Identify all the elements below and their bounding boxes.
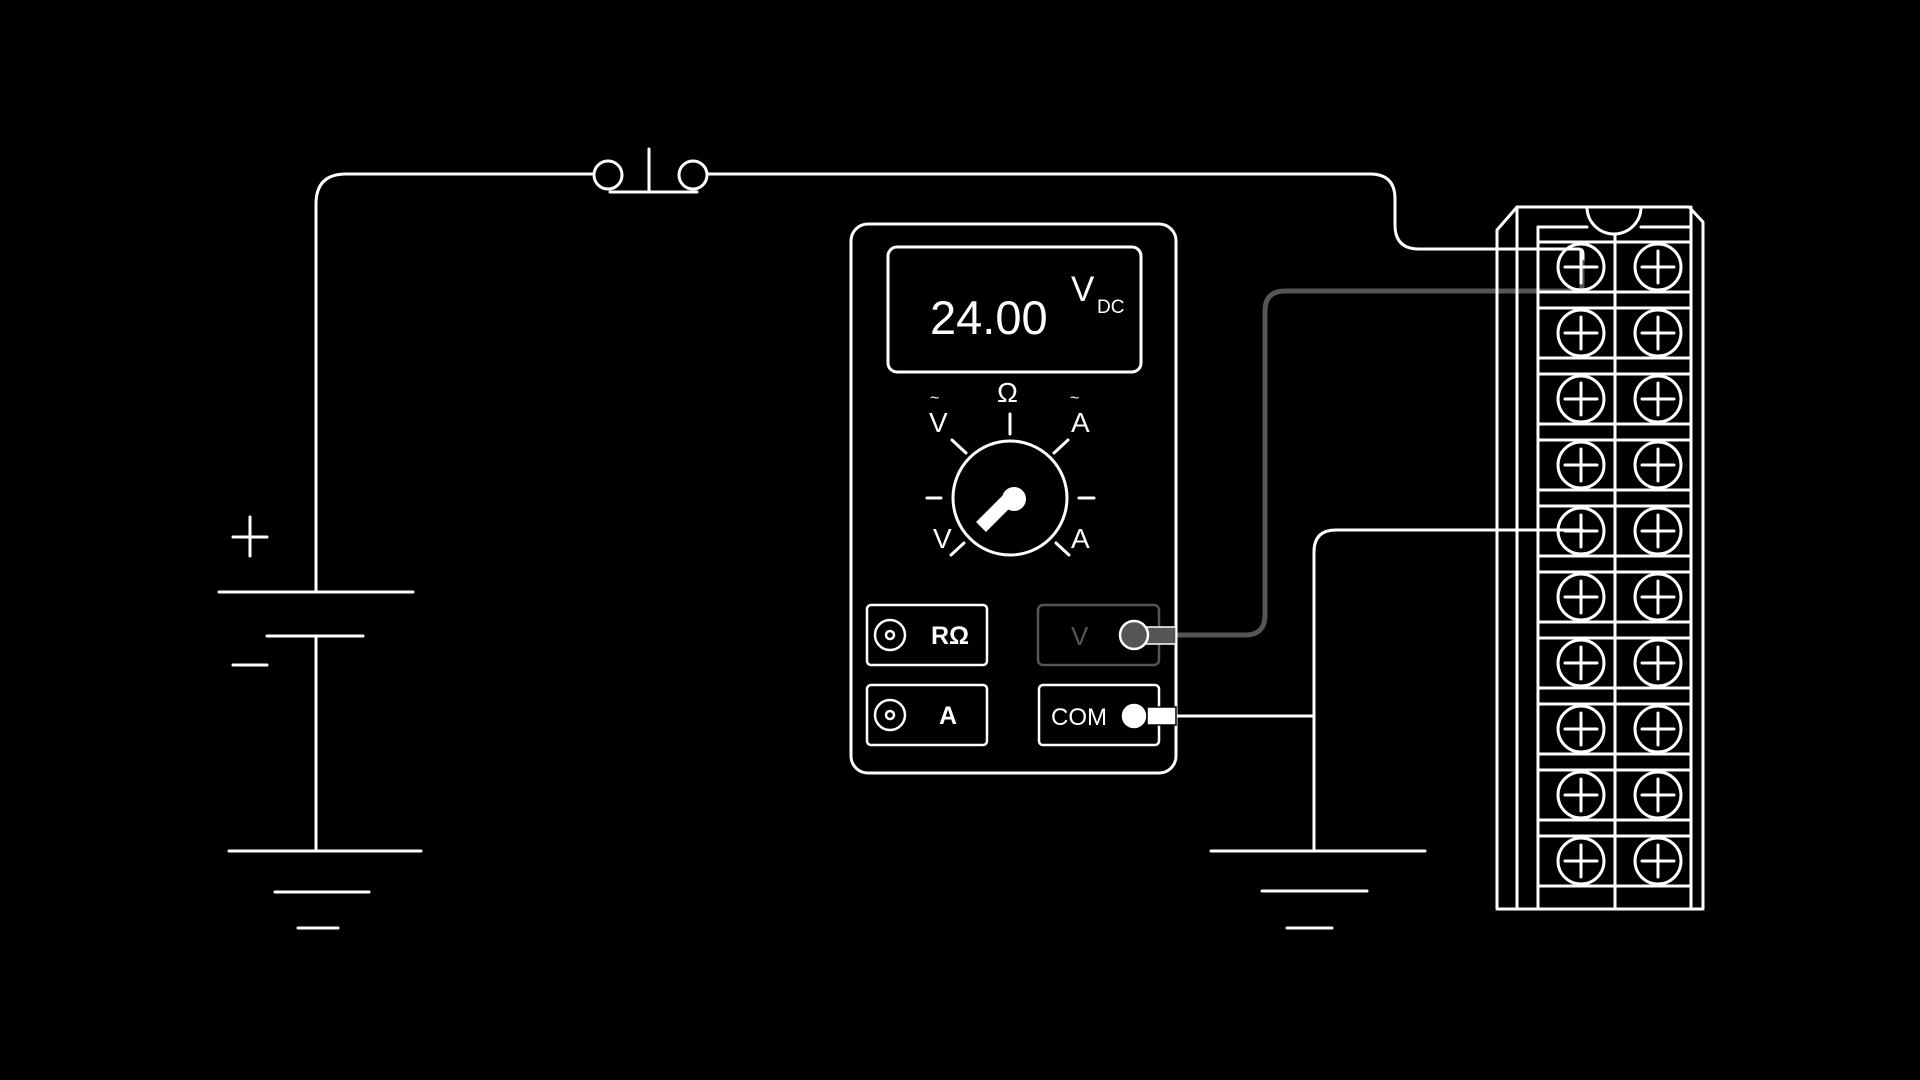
display-reading: 24.00 <box>930 291 1048 344</box>
terminal-screw-icon[interactable] <box>1556 242 1606 292</box>
display-unit: V <box>1071 270 1095 309</box>
svg-text:V: V <box>929 407 948 438</box>
volt-jack-label: V <box>1071 621 1089 651</box>
volt-probe-tip <box>1118 619 1150 651</box>
com-probe-tip <box>1120 702 1148 730</box>
terminal-screw-icon[interactable] <box>1556 770 1606 820</box>
tilde-icon: ~ <box>930 390 939 407</box>
amp-jack-label: A <box>939 702 957 730</box>
ohm-jack-label: RΩ <box>931 622 969 650</box>
terminal-screw-icon[interactable] <box>1556 638 1606 688</box>
terminal-screw-icon[interactable] <box>1633 440 1683 490</box>
display-unit-subscript: DC <box>1097 297 1124 318</box>
dial-label-dc-volt[interactable]: V <box>933 523 952 554</box>
terminal-screw-icon[interactable] <box>1633 836 1683 886</box>
volt-probe-plug <box>1145 626 1177 645</box>
terminal-screw-icon[interactable] <box>1556 506 1606 556</box>
terminal-screw-icon[interactable] <box>1556 836 1606 886</box>
tilde-icon: ~ <box>1070 390 1079 407</box>
background <box>0 0 1920 1080</box>
terminal-screw-icon[interactable] <box>1633 638 1683 688</box>
terminal-screw-icon[interactable] <box>1633 308 1683 358</box>
com-jack-label: COM <box>1051 704 1107 731</box>
terminal-screw-icon[interactable] <box>1633 374 1683 424</box>
terminal-screw-icon[interactable] <box>1633 770 1683 820</box>
terminal-screw-icon[interactable] <box>1633 506 1683 556</box>
circuit-diagram: 24.00 V DC ~ V Ω ~ A V A RΩ A V COM <box>0 0 1920 1080</box>
terminal-screw-icon[interactable] <box>1633 242 1683 292</box>
dial-label-dc-amp[interactable]: A <box>1071 523 1090 554</box>
terminal-screw-icon[interactable] <box>1633 572 1683 622</box>
terminal-screw-icon[interactable] <box>1556 308 1606 358</box>
terminal-screw-icon[interactable] <box>1556 440 1606 490</box>
terminal-screw-icon[interactable] <box>1556 704 1606 754</box>
dial-label-ohm[interactable]: Ω <box>997 377 1018 408</box>
svg-text:A: A <box>1071 407 1090 438</box>
terminal-screw-icon[interactable] <box>1633 704 1683 754</box>
com-probe-plug <box>1146 706 1177 726</box>
terminal-screw-icon[interactable] <box>1556 374 1606 424</box>
terminal-screw-icon[interactable] <box>1556 572 1606 622</box>
